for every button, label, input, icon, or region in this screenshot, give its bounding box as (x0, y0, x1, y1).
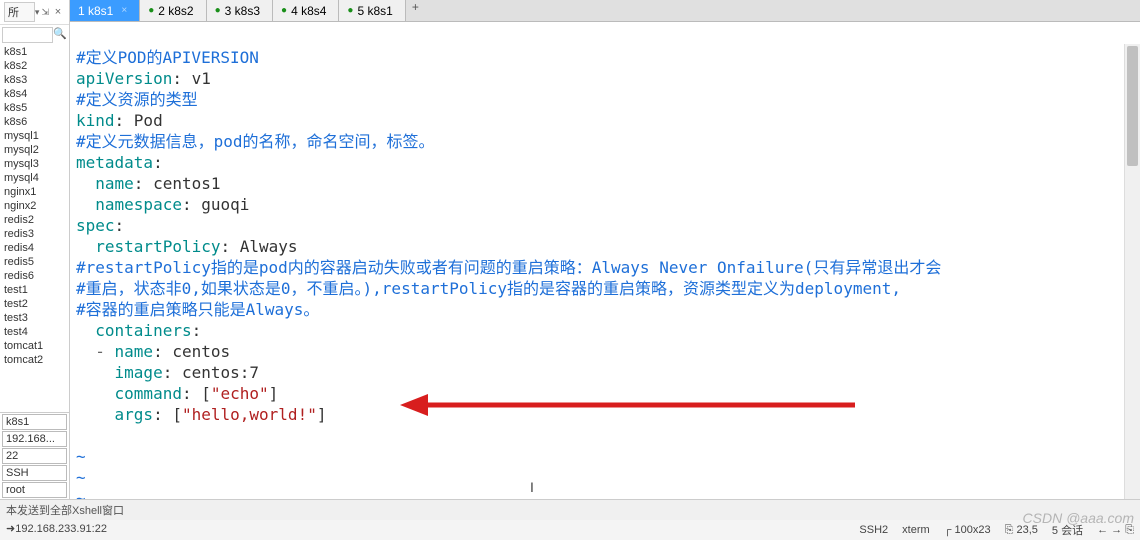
session-item[interactable]: k8s3 (0, 73, 69, 87)
session-item[interactable]: k8s6 (0, 115, 69, 129)
code-line: spec (76, 216, 115, 235)
session-item[interactable]: tomcat1 (0, 339, 69, 353)
status-sessions: 5 会话 (1052, 522, 1083, 538)
tab[interactable]: 1 k8s1× (70, 0, 140, 21)
code-line: apiVersion (76, 69, 172, 88)
session-item[interactable]: nginx1 (0, 185, 69, 199)
dirty-dot-icon: ● (148, 5, 154, 16)
tab-bar: 1 k8s1×●2 k8s2●3 k8s3●4 k8s4●5 k8s1+ (70, 0, 1140, 22)
session-item[interactable]: redis6 (0, 269, 69, 283)
search-icon[interactable]: 🔍 (53, 27, 67, 43)
code-line: name (76, 174, 134, 193)
conn-name[interactable]: k8s1 (2, 414, 67, 430)
sidebar-filter-dropdown[interactable]: 所 (4, 2, 35, 22)
code-line: #定义元数据信息，pod的名称，命名空间，标签。 (76, 132, 435, 151)
session-list: k8s1k8s2k8s3k8s4k8s5k8s6mysql1mysql2mysq… (0, 45, 69, 412)
connection-panel: k8s1 192.168... 22 SSH root (0, 412, 69, 499)
code-line: args (76, 405, 153, 424)
session-item[interactable]: mysql2 (0, 143, 69, 157)
tab-add-button[interactable]: + (406, 0, 425, 21)
code-line: #定义POD的APIVERSION (76, 48, 259, 67)
code-line: #重启，状态非0,如果状态是0，不重启。),restartPolicy指的是容器… (76, 279, 901, 298)
session-item[interactable]: redis3 (0, 227, 69, 241)
code-line: metadata (76, 153, 153, 172)
status-term: xterm (902, 524, 930, 536)
code-line: image (76, 363, 163, 382)
code-line: kind (76, 111, 115, 130)
session-item[interactable]: test3 (0, 311, 69, 325)
conn-user[interactable]: root (2, 482, 67, 498)
conn-host[interactable]: 192.168... (2, 431, 67, 447)
vim-tilde: ~ (76, 447, 86, 466)
code-line: #容器的重启策略只能是Always。 (76, 300, 319, 319)
status-extra: ← → ⎘ (1097, 524, 1134, 537)
session-item[interactable]: k8s1 (0, 45, 69, 59)
session-item[interactable]: k8s4 (0, 87, 69, 101)
status-proto: SSH2 (859, 524, 888, 536)
session-item[interactable]: redis2 (0, 213, 69, 227)
session-item[interactable]: test4 (0, 325, 69, 339)
session-item[interactable]: redis5 (0, 255, 69, 269)
dirty-dot-icon: ● (215, 5, 221, 16)
conn-proto[interactable]: SSH (2, 465, 67, 481)
session-item[interactable]: k8s2 (0, 59, 69, 73)
vim-tilde: ~ (76, 468, 86, 487)
terminal-content[interactable]: #定义POD的APIVERSION apiVersion: v1 #定义资源的类… (70, 22, 1140, 499)
dirty-dot-icon: ● (347, 5, 353, 16)
broadcast-hint-bar: 本发送到全部Xshell窗口 (0, 499, 1140, 520)
vertical-scrollbar[interactable] (1124, 44, 1140, 499)
status-address: ➜192.168.233.91:22 (6, 522, 107, 538)
tab[interactable]: ●2 k8s2 (140, 0, 206, 21)
status-size: ┌ 100x23 (944, 524, 991, 536)
tab[interactable]: ●4 k8s4 (273, 0, 339, 21)
session-item[interactable]: mysql4 (0, 171, 69, 185)
tab-close-icon[interactable]: × (121, 5, 127, 16)
session-item[interactable]: tomcat2 (0, 353, 69, 367)
code-line: command (76, 384, 182, 403)
session-item[interactable]: k8s5 (0, 101, 69, 115)
session-item[interactable]: test2 (0, 297, 69, 311)
code-line: #restartPolicy指的是pod内的容器启动失败或者有问题的重启策略：A… (76, 258, 941, 277)
vim-tilde: ~ (76, 489, 86, 499)
session-item[interactable]: test1 (0, 283, 69, 297)
session-item[interactable]: mysql3 (0, 157, 69, 171)
tab[interactable]: ●3 k8s3 (207, 0, 273, 21)
session-item[interactable]: nginx2 (0, 199, 69, 213)
text-caret-icon: I (530, 479, 534, 495)
tab[interactable]: ●5 k8s1 (339, 0, 405, 21)
code-line: restartPolicy (76, 237, 221, 256)
session-item[interactable]: redis4 (0, 241, 69, 255)
session-search-input[interactable] (2, 27, 53, 43)
status-bar: ➜192.168.233.91:22 SSH2 xterm ┌ 100x23 ⎘… (0, 520, 1140, 540)
status-pos: ⎘ 23,5 (1005, 524, 1038, 537)
session-item[interactable]: mysql1 (0, 129, 69, 143)
session-sidebar: 所 ▾ ⇲ × 🔍 k8s1k8s2k8s3k8s4k8s5k8s6mysql1… (0, 0, 70, 499)
hint-text: 本发送到全部Xshell窗口 (6, 502, 124, 518)
code-line: containers (76, 321, 192, 340)
pin-icon[interactable]: ⇲ (39, 7, 51, 18)
code-line: #定义资源的类型 (76, 90, 198, 109)
dirty-dot-icon: ● (281, 5, 287, 16)
annotation-arrow-icon (400, 390, 860, 420)
conn-port[interactable]: 22 (2, 448, 67, 464)
close-icon[interactable]: × (51, 6, 65, 18)
code-line: namespace (76, 195, 182, 214)
